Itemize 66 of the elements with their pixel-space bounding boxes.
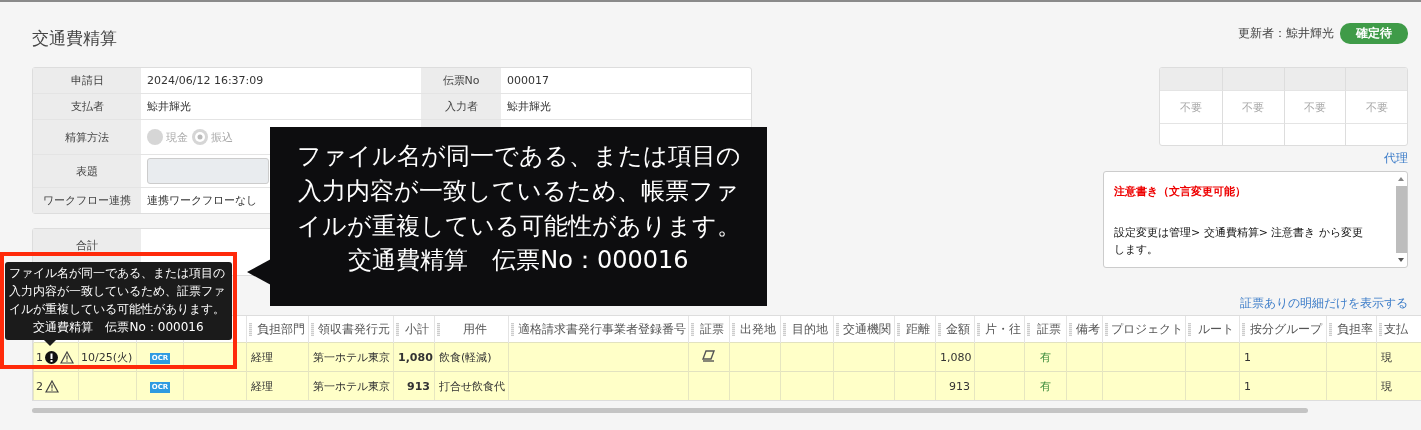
field-value: 鯨井輝光: [507, 99, 551, 114]
row-number: 2: [36, 379, 43, 393]
column-header[interactable]: 適格請求書発行事業者登録番号: [517, 321, 686, 336]
status-badge: 確定待: [1340, 23, 1408, 44]
column-header[interactable]: 目的地: [792, 321, 828, 336]
column-header[interactable]: 支払: [1384, 321, 1408, 336]
column-header[interactable]: 用件: [462, 321, 487, 336]
column-header[interactable]: 小計: [405, 321, 429, 336]
field-label: ワークフロー連携: [33, 188, 141, 213]
column-header[interactable]: 証票: [700, 321, 724, 336]
table-cell: 飲食(軽減): [439, 350, 492, 364]
table-cell: 第一ホテル東京: [313, 350, 390, 364]
notice-body: 設定変更は管理> 交通費精算> 注意書き から変更します。: [1114, 225, 1364, 258]
table-cell: 1: [1244, 379, 1251, 393]
approval-status: 不要: [1365, 99, 1388, 115]
row-number: 1: [36, 350, 43, 364]
table-cell: 現: [1381, 379, 1392, 393]
column-header[interactable]: 負担率: [1336, 321, 1373, 336]
updater-label: 更新者：鯨井輝光: [1238, 25, 1334, 42]
field-label: 入力者: [444, 99, 478, 114]
column-header[interactable]: 証票: [1036, 321, 1061, 336]
table-cell: 現: [1381, 350, 1392, 364]
field-value: 鯨井輝光: [147, 99, 191, 114]
column-header[interactable]: 按分グループ: [1250, 321, 1322, 336]
column-header[interactable]: 出発地: [740, 321, 776, 336]
tooltip-reference: 交通費精算 伝票No：000016: [32, 319, 205, 336]
proxy-link[interactable]: 代理: [1384, 150, 1408, 167]
column-header[interactable]: 片・往: [984, 321, 1021, 336]
table-cell: 1,080: [398, 350, 433, 364]
table-cell: 有: [1040, 379, 1051, 393]
callout-message: ファイル名が同一である、または項目の入力内容が一致しているため、帳票ファイルが重複している可能性があります。: [295, 141, 742, 242]
column-header[interactable]: 距離: [906, 321, 930, 336]
table-cell: 1: [1244, 350, 1251, 364]
table-cell: 913: [949, 379, 970, 393]
field-label: 支払者: [33, 94, 141, 119]
field-value: 連携ワークフローなし: [147, 193, 257, 208]
approval-status: 不要: [1242, 99, 1265, 115]
field-label: 申請日: [33, 68, 141, 93]
table-cell: 第一ホテル東京: [313, 379, 390, 393]
tooltip-message: ファイル名が同一である、または項目の入力内容が一致しているため、証票ファイルが重複している可能性があります。: [9, 265, 226, 318]
approval-status: 不要: [1179, 99, 1202, 115]
callout-reference: 交通費精算 伝票No：000016: [347, 245, 690, 277]
column-header[interactable]: 金額: [946, 321, 970, 336]
table-cell: 10/25(火): [81, 350, 133, 364]
field-label: 伝票No: [442, 73, 480, 88]
notice-heading: 注意書き（文言変更可能）: [1114, 184, 1247, 199]
table-cell: 有: [1040, 350, 1051, 364]
filter-link[interactable]: 証票ありの明細だけを表示する: [1240, 294, 1408, 312]
column-header[interactable]: 交通機関: [843, 321, 891, 336]
field-label: 表題: [33, 155, 141, 187]
total-label: 合計: [76, 238, 98, 253]
column-header[interactable]: 領収書発行元: [318, 321, 390, 336]
field-value: 000017: [507, 74, 549, 87]
table-cell: 1,080: [940, 350, 972, 364]
page-title: 交通費精算: [32, 27, 117, 50]
column-header[interactable]: ルート: [1197, 321, 1234, 336]
table-cell: 経理: [251, 379, 273, 393]
table-cell: 経理: [251, 350, 273, 364]
column-header[interactable]: プロジェクト: [1111, 321, 1183, 336]
table-cell: 打合せ飲食代: [439, 379, 505, 393]
column-header[interactable]: 備考: [1075, 321, 1100, 336]
field-label: 精算方法: [33, 120, 141, 154]
table-cell: 913: [407, 379, 430, 393]
field-value: 2024/06/12 16:37:09: [147, 74, 264, 87]
approval-status: 不要: [1303, 99, 1326, 115]
column-header[interactable]: 負担部門: [256, 321, 305, 336]
